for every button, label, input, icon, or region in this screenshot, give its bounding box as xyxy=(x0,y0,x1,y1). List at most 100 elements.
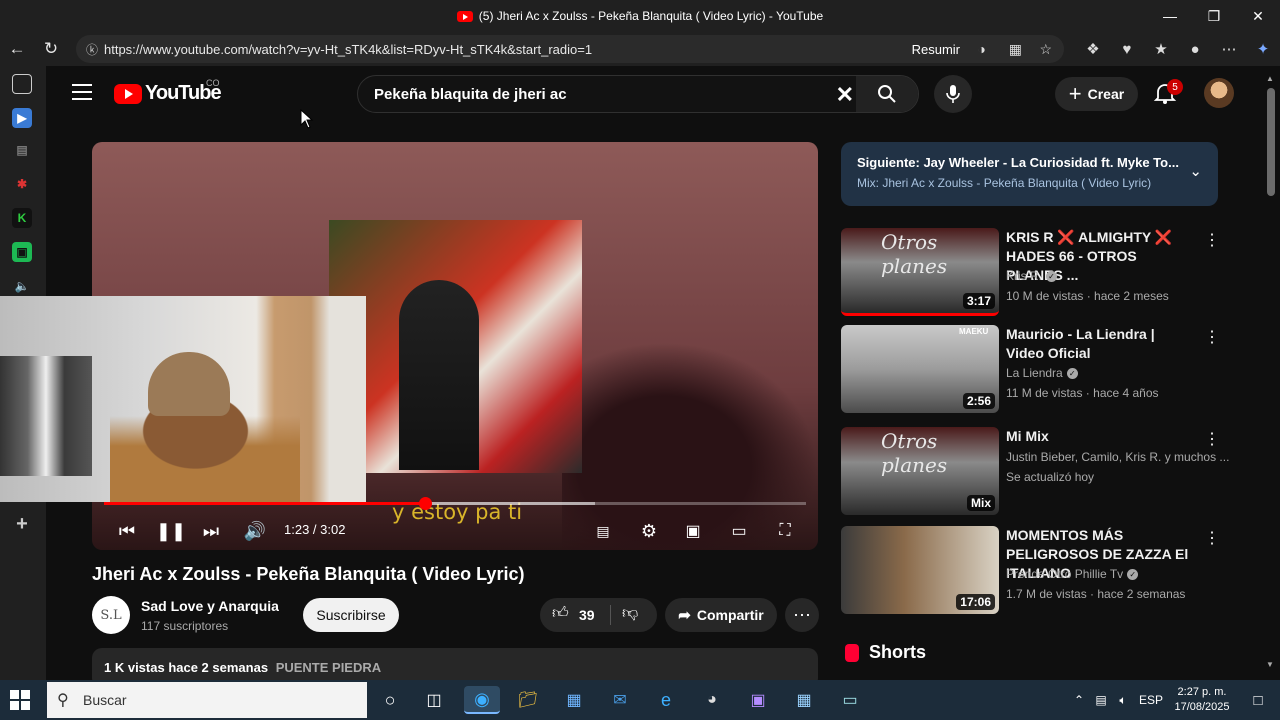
like-count[interactable]: 39 xyxy=(579,607,595,623)
location-tag[interactable]: PUENTE PIEDRA xyxy=(276,660,381,675)
fullscreen-icon[interactable]: ⛶ xyxy=(772,518,798,544)
like-icon[interactable]: 👍︎ xyxy=(552,604,569,623)
language-indicator[interactable]: ESP xyxy=(1134,693,1168,707)
more-actions-button[interactable]: ⋯ xyxy=(785,598,819,632)
reading-icon[interactable]: ▤ xyxy=(12,140,32,160)
calculator-icon[interactable]: ▦ xyxy=(790,686,818,714)
recommendation-item[interactable]: MAEKU 2:56 Mauricio - La Liendra | Video… xyxy=(841,325,1220,413)
add-sidebar-app-icon[interactable]: + xyxy=(12,513,32,535)
chat-app-icon[interactable]: ▣ xyxy=(12,242,32,262)
back-icon[interactable]: ← xyxy=(0,32,34,66)
notes-app-icon[interactable]: ▭ xyxy=(836,686,864,714)
video-thumbnail[interactable]: 17:06 xyxy=(841,526,999,614)
video-thumbnail[interactable]: Otros planes 3:17 xyxy=(841,228,999,316)
minimize-button[interactable]: — xyxy=(1148,0,1192,32)
profile-icon[interactable]: ● xyxy=(1178,41,1212,58)
bolt-app-icon[interactable]: ✱ xyxy=(12,174,32,194)
copilot-icon[interactable]: ✦ xyxy=(1246,40,1280,58)
notification-count-badge: 5 xyxy=(1167,79,1183,95)
summarize-button[interactable]: Resumir xyxy=(912,42,960,57)
file-explorer-icon[interactable]: 📁︎ xyxy=(514,686,542,714)
close-window-button[interactable]: ✕ xyxy=(1236,0,1280,32)
pause-icon[interactable]: ❚❚ xyxy=(156,518,186,544)
channel-avatar[interactable]: S.L xyxy=(92,596,130,634)
recommendation-item[interactable]: Otros planes Mix Mi Mix Justin Bieber, C… xyxy=(841,427,1229,515)
share-button[interactable]: ➦ Compartir xyxy=(665,598,777,632)
scrollbar-thumb[interactable] xyxy=(1267,88,1275,196)
network-icon[interactable]: ▤ xyxy=(1090,693,1112,707)
miniplayer-icon[interactable]: ▣ xyxy=(680,518,706,544)
more-options-icon[interactable]: ⋯ xyxy=(1212,40,1246,58)
cortana-icon[interactable]: ○ xyxy=(376,686,404,714)
video-thumbnail[interactable]: MAEKU 2:56 xyxy=(841,325,999,413)
playlist-next-panel[interactable]: Siguiente: Jay Wheeler - La Curiosidad f… xyxy=(841,142,1218,206)
menu-icon[interactable] xyxy=(72,84,92,100)
chevron-down-icon[interactable]: ⌄ xyxy=(1189,162,1202,180)
account-avatar[interactable] xyxy=(1204,78,1234,108)
volume-icon[interactable]: 🔊 xyxy=(242,518,268,544)
more-vert-icon[interactable]: ⋮ xyxy=(1204,429,1220,449)
next-icon[interactable]: ⏭ xyxy=(198,518,224,544)
description-box[interactable]: 1 K vistas hace 2 semanas PUENTE PIEDRA xyxy=(92,648,818,680)
recommendation-item[interactable]: Otros planes 3:17 KRIS R ❌ ALMIGHTY ❌ HA… xyxy=(841,228,1220,316)
scroll-down-icon[interactable]: ▼ xyxy=(1266,660,1274,669)
taskbar-search-input[interactable]: ⚲ Buscar xyxy=(47,682,367,718)
maximize-button[interactable]: ❐ xyxy=(1192,0,1236,32)
video-thumbnail[interactable]: Otros planes Mix xyxy=(841,427,999,515)
subscribe-button[interactable]: Suscribirse xyxy=(303,598,399,632)
shorts-section-header[interactable]: Shorts xyxy=(845,642,926,663)
more-vert-icon[interactable]: ⋮ xyxy=(1204,230,1220,250)
kick-app-icon[interactable]: K xyxy=(12,208,32,228)
search-button[interactable] xyxy=(856,76,918,112)
tray-expand-icon[interactable]: ⌃ xyxy=(1068,693,1090,707)
browser-essentials-icon[interactable]: ♥ xyxy=(1110,41,1144,58)
settings-gear-icon[interactable]: ⚙ xyxy=(636,518,662,544)
favorite-star-icon[interactable]: ☆ xyxy=(1039,41,1052,58)
apps-icon[interactable]: ▦ xyxy=(1009,41,1022,58)
store-icon[interactable]: ▦ xyxy=(560,686,588,714)
channel-name[interactable]: Sad Love y Anarquia xyxy=(141,598,279,614)
create-button[interactable]: + Crear xyxy=(1055,77,1138,111)
more-vert-icon[interactable]: ⋮ xyxy=(1204,528,1220,548)
progress-bar[interactable] xyxy=(104,497,806,510)
more-vert-icon[interactable]: ⋮ xyxy=(1204,327,1220,347)
recommendation-item[interactable]: 17:06 MOMENTOS MÁS PELIGROSOS DE ZAZZA E… xyxy=(841,526,1220,614)
scrubber-handle[interactable] xyxy=(418,497,432,510)
recorder-app-icon[interactable]: ◕ xyxy=(698,686,726,714)
youtube-logo[interactable]: YouTube CO xyxy=(114,78,222,105)
site-info-icon[interactable]: ⓚ xyxy=(86,41,104,58)
extensions-icon[interactable]: ❖ xyxy=(1076,40,1110,58)
scroll-up-icon[interactable]: ▲ xyxy=(1266,74,1274,83)
theater-mode-icon[interactable]: ▭ xyxy=(726,518,752,544)
address-bar[interactable]: ⓚ https://www.youtube.com/watch?v=yv-Ht_… xyxy=(76,35,1064,63)
search-input[interactable]: Pekeña blaquita de jheri ac ✕ xyxy=(357,75,919,113)
subtitles-icon[interactable]: ▤ xyxy=(590,518,616,544)
clear-search-icon[interactable]: ✕ xyxy=(836,82,854,108)
previous-icon[interactable]: ⏮ xyxy=(114,518,140,544)
clock[interactable]: 2:27 p. m. 17/08/2025 xyxy=(1168,685,1236,715)
start-windows-icon[interactable] xyxy=(10,690,30,710)
speaker-icon[interactable]: 🔈 xyxy=(12,276,32,296)
volume-tray-icon[interactable]: 🔈︎ xyxy=(1112,693,1134,708)
mail-icon[interactable]: ✉ xyxy=(606,686,634,714)
page-scrollbar[interactable]: ▲ ▼ xyxy=(1262,66,1280,680)
edge-taskbar-icon[interactable]: ◉ xyxy=(464,686,500,714)
dislike-icon[interactable]: 👎︎ xyxy=(622,604,638,623)
player-app-icon[interactable]: ▶ xyxy=(12,108,32,128)
youtube-favicon-icon xyxy=(456,10,473,22)
notifications-center-icon[interactable]: □ xyxy=(1236,692,1280,709)
reload-icon[interactable]: ↻ xyxy=(34,32,68,66)
immersive-reader-icon[interactable]: ◑ xyxy=(978,41,986,57)
voice-search-button[interactable] xyxy=(934,75,972,113)
create-label: Crear xyxy=(1087,86,1125,102)
share-icon: ➦ xyxy=(678,607,691,624)
recommendation-meta: 1.7 M de vistas · hace 2 semanas xyxy=(1006,587,1186,601)
webcam-overlay xyxy=(0,296,366,502)
tab-actions-icon[interactable] xyxy=(12,74,32,94)
taskbar-search-placeholder: Buscar xyxy=(83,692,127,708)
obs-app-icon[interactable]: ▣ xyxy=(744,686,772,714)
favorites-icon[interactable]: ★ xyxy=(1144,40,1178,58)
task-view-icon[interactable]: ◫ xyxy=(420,686,448,714)
shorts-label: Shorts xyxy=(869,642,927,662)
edge-legacy-icon[interactable]: e xyxy=(652,686,680,714)
